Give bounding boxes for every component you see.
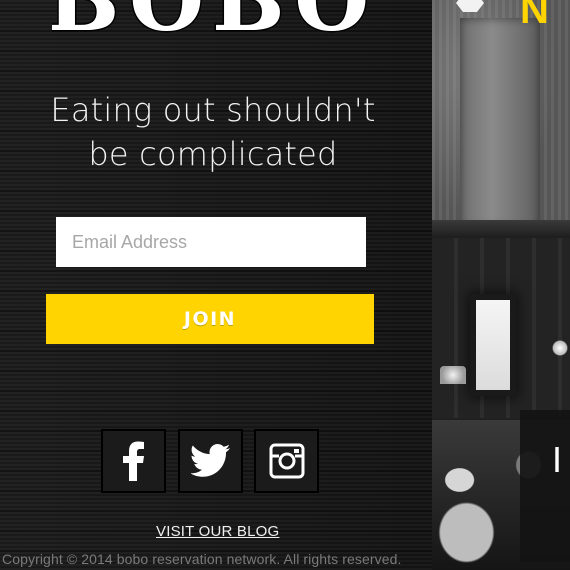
visit-blog-link[interactable]: VISIT OUR BLOG (156, 523, 279, 540)
logo-text: BOBO (52, 0, 372, 40)
tagline-line-1: Eating out shouldn't (50, 91, 376, 129)
signup-panel: BOBO Eating out shouldn't be complicated… (0, 0, 432, 570)
photo-window (476, 300, 510, 390)
tagline: Eating out shouldn't be complicated (40, 88, 386, 176)
bobo-logo: BOBO (52, 0, 372, 40)
join-button[interactable]: JOIN (46, 294, 374, 344)
restaurant-photo: N I (432, 0, 570, 570)
overlay-card: I (520, 410, 570, 562)
twitter-icon (190, 444, 230, 477)
twitter-button[interactable] (178, 429, 243, 493)
brand-letter: N (520, 0, 549, 32)
tagline-line-2: be complicated (88, 135, 338, 173)
lamp-shape (440, 366, 466, 384)
facebook-button[interactable] (101, 429, 166, 493)
instagram-icon (269, 443, 304, 479)
instagram-button[interactable] (254, 429, 319, 493)
email-input[interactable] (56, 217, 366, 267)
light-glow (552, 340, 568, 356)
photo-cornice (432, 220, 570, 238)
photo-column (460, 18, 540, 228)
facebook-icon (122, 441, 144, 481)
overlay-card-text: I (552, 439, 563, 480)
copyright-text: Copyright © 2014 bobo reservation networ… (2, 551, 402, 567)
